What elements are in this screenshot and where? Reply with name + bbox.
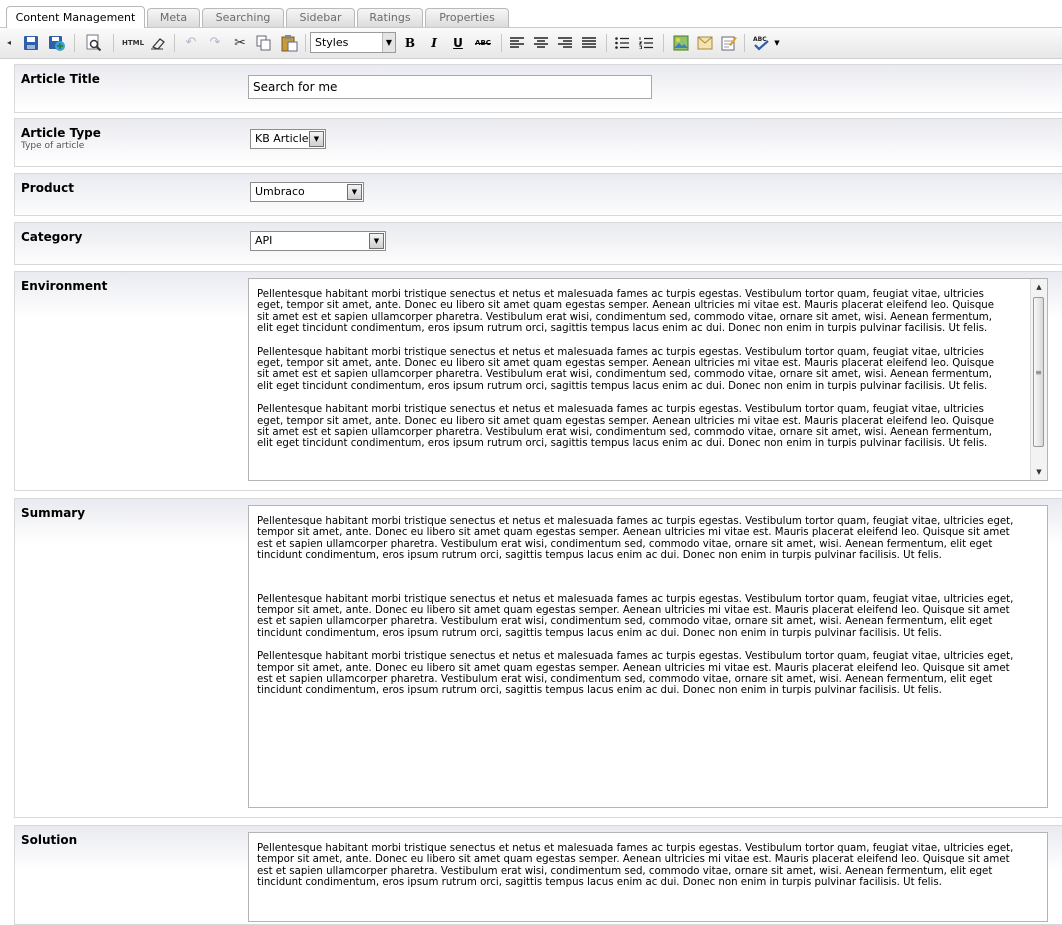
insert-macro-icon[interactable] [696, 33, 714, 53]
save-and-publish-icon[interactable] [47, 33, 67, 53]
tab-meta[interactable]: Meta [147, 8, 200, 27]
insert-form-icon[interactable] [720, 33, 738, 53]
tab-content-management[interactable]: Content Management [6, 6, 145, 28]
cut-icon[interactable]: ✂ [231, 33, 249, 53]
tab-sidebar[interactable]: Sidebar [286, 8, 355, 27]
paragraph: Pellentesque habitant morbi tristique se… [257, 346, 995, 392]
environment-editor[interactable]: Pellentesque habitant morbi tristique se… [248, 278, 1048, 481]
summary-editor-content: Pellentesque habitant morbi tristique se… [249, 516, 1039, 709]
spellcheck-icon[interactable]: ABC [751, 33, 773, 53]
html-source-button[interactable]: HTML [121, 33, 145, 53]
underline-button[interactable]: U [450, 33, 466, 53]
category-value: API [255, 234, 273, 247]
article-title-input[interactable]: Search for me [248, 75, 652, 99]
paste-icon[interactable] [279, 33, 299, 53]
row-article-type: Article Type Type of article KB Article … [14, 118, 1062, 167]
category-label: Category [21, 230, 83, 244]
editor-toolbar: ◂ HTML ↶ ↷ ✂ Styles ▼ B I U ABC ABC ▼ [0, 28, 1062, 59]
row-article-title: Article Title Search for me [14, 64, 1062, 113]
scroll-down-icon[interactable]: ▼ [1031, 464, 1047, 480]
save-icon[interactable] [22, 33, 40, 53]
styles-dropdown-label: Styles [315, 36, 349, 49]
styles-dropdown[interactable]: Styles ▼ [310, 32, 396, 53]
paragraph: Pellentesque habitant morbi tristique se… [257, 651, 1014, 697]
summary-editor[interactable]: Pellentesque habitant morbi tristique se… [248, 505, 1048, 808]
insert-image-icon[interactable] [672, 33, 690, 53]
align-right-icon[interactable] [556, 33, 574, 53]
remove-format-icon[interactable] [149, 33, 167, 53]
product-value: Umbraco [255, 185, 305, 198]
product-select[interactable]: Umbraco ▼ [250, 182, 364, 202]
environment-label: Environment [21, 279, 108, 293]
tab-ratings[interactable]: Ratings [357, 8, 423, 27]
solution-editor-content: Pellentesque habitant morbi tristique se… [249, 843, 1039, 901]
article-type-description: Type of article [21, 141, 85, 151]
strikethrough-button[interactable]: ABC [472, 33, 494, 53]
row-environment: Environment Pellentesque habitant morbi … [14, 271, 1062, 491]
row-summary: Summary Pellentesque habitant morbi tris… [14, 498, 1062, 818]
align-center-icon[interactable] [532, 33, 550, 53]
row-product: Product Umbraco ▼ [14, 173, 1062, 216]
spellcheck-menu-chevron-icon[interactable]: ▼ [773, 33, 781, 53]
product-label: Product [21, 181, 74, 195]
undo-icon[interactable]: ↶ [182, 33, 200, 53]
paragraph: Pellentesque habitant morbi tristique se… [257, 593, 1014, 639]
paragraph: Pellentesque habitant morbi tristique se… [257, 516, 1014, 562]
chevron-down-icon: ▼ [347, 184, 362, 200]
environment-editor-content: Pellentesque habitant morbi tristique se… [249, 289, 1024, 462]
row-category: Category API ▼ [14, 222, 1062, 265]
align-justify-icon[interactable] [580, 33, 598, 53]
article-type-value: KB Article [255, 132, 309, 145]
tab-properties[interactable]: Properties [425, 8, 509, 27]
toolbar-collapse-icon[interactable]: ◂ [5, 33, 13, 53]
category-select[interactable]: API ▼ [250, 231, 386, 251]
chevron-down-icon: ▼ [309, 131, 324, 147]
article-title-label: Article Title [21, 72, 100, 86]
solution-editor[interactable]: Pellentesque habitant morbi tristique se… [248, 832, 1048, 922]
tab-bar: Content Management Meta Searching Sideba… [0, 0, 1062, 28]
numbered-list-icon[interactable] [637, 33, 655, 53]
paragraph: Pellentesque habitant morbi tristique se… [257, 289, 995, 335]
paragraph: Pellentesque habitant morbi tristique se… [257, 843, 1014, 889]
scroll-up-icon[interactable]: ▲ [1031, 279, 1047, 295]
chevron-down-icon: ▼ [369, 233, 384, 249]
scrollbar-thumb[interactable]: ≡ [1033, 297, 1044, 447]
copy-icon[interactable] [255, 33, 273, 53]
bullet-list-icon[interactable] [613, 33, 631, 53]
summary-label: Summary [21, 506, 86, 520]
chevron-down-icon: ▼ [382, 33, 395, 52]
paragraph: Pellentesque habitant morbi tristique se… [257, 404, 995, 450]
preview-icon[interactable] [84, 33, 104, 53]
italic-button[interactable]: I [426, 33, 442, 53]
redo-icon[interactable]: ↷ [206, 33, 224, 53]
article-type-label: Article Type [21, 126, 101, 140]
bold-button[interactable]: B [402, 33, 418, 53]
tab-searching[interactable]: Searching [202, 8, 284, 27]
environment-scrollbar[interactable]: ▲ ≡ ▼ [1030, 279, 1047, 480]
solution-label: Solution [21, 833, 78, 847]
row-solution: Solution Pellentesque habitant morbi tri… [14, 825, 1062, 925]
article-type-select[interactable]: KB Article ▼ [250, 129, 326, 149]
svg-text:ABC: ABC [753, 36, 767, 43]
align-left-icon[interactable] [508, 33, 526, 53]
